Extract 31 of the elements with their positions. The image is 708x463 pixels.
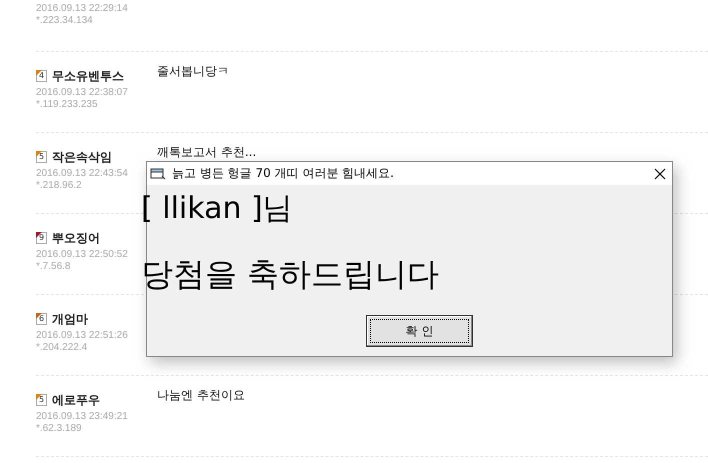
ok-button[interactable]: 확 인 xyxy=(366,315,473,347)
ip-address: *.62.3.189 xyxy=(36,423,83,435)
ip-address: *.223.34.134 xyxy=(36,15,94,27)
close-icon[interactable] xyxy=(654,168,666,180)
dialog-title: 늙고 병든 헝글 70 개띠 여러분 힘내세요. xyxy=(172,165,395,182)
level-badge: 5 xyxy=(36,394,47,406)
message-text: 당첨을 축하드립니다 xyxy=(141,255,440,293)
level-badge: 6 xyxy=(36,313,47,325)
comment-text: 깨톡보고서 추천... xyxy=(157,145,256,159)
comment-date: 2016.09.13 22:43:54 xyxy=(36,168,129,180)
user-name[interactable]: 무소유벤투스 xyxy=(52,68,124,84)
window-icon xyxy=(150,166,166,180)
ip-address: *.7.56.8 xyxy=(36,261,72,273)
ip-address: *.119.233.235 xyxy=(36,99,99,111)
comment-text: 줄서봅니당ㅋ xyxy=(157,64,229,78)
user-name[interactable]: 작은속삭임 xyxy=(52,148,112,166)
ip-address: *.218.96.2 xyxy=(36,180,83,192)
level-badge: 4 xyxy=(36,70,47,82)
user-name[interactable]: 에로푸우 xyxy=(52,392,100,408)
comment-date: 2016.09.13 22:29:14 xyxy=(36,3,129,15)
comment-text: 나눔엔 추천이요 xyxy=(157,388,245,402)
comment-date: 2016.09.13 23:49:21 xyxy=(36,411,129,423)
level-badge: 5 xyxy=(36,151,47,163)
comment-date: 2016.09.13 22:50:52 xyxy=(36,249,129,261)
ip-address: *.204.222.4 xyxy=(36,342,88,354)
level-badge: 9 xyxy=(36,232,47,244)
user-name[interactable]: 뿌오징어 xyxy=(52,230,100,246)
comment-date: 2016.09.13 22:51:26 xyxy=(36,330,129,342)
comment-date: 2016.09.13 22:38:07 xyxy=(36,87,129,99)
message-text: [ llikan ]님 xyxy=(141,191,293,227)
user-name[interactable]: 개엄마 xyxy=(52,310,88,328)
